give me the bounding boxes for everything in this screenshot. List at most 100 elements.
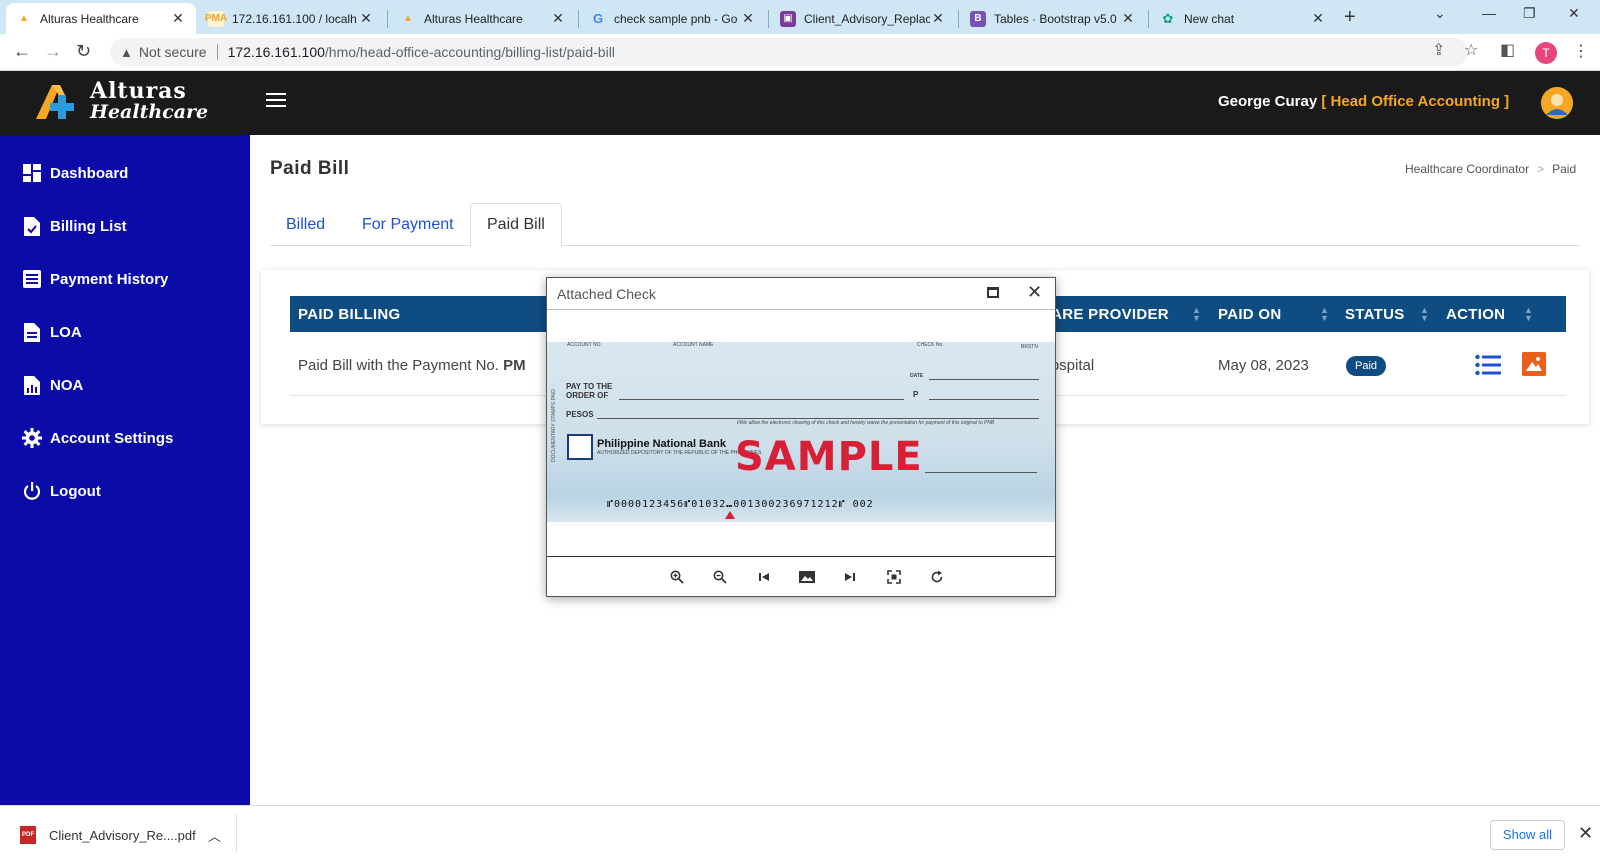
chevron-up-icon[interactable]: ︿: [208, 826, 221, 845]
browser-tab-bar: ▲ Alturas Healthcare ✕ PMA 172.16.161.10…: [0, 0, 1600, 34]
sidebar-item-loa[interactable]: LOA: [22, 322, 82, 342]
browser-tab-phpmyadmin[interactable]: PMA 172.16.161.100 / localh ✕: [198, 3, 384, 34]
pnb-emblem-icon: [567, 434, 593, 460]
power-icon: [22, 481, 42, 501]
zoom-in-icon[interactable]: [667, 567, 687, 587]
browser-tab-alturas[interactable]: ▲ Alturas Healthcare ✕: [6, 3, 196, 34]
close-icon[interactable]: ✕: [1578, 823, 1593, 844]
close-tab-icon[interactable]: ✕: [740, 10, 756, 27]
hamburger-menu-icon[interactable]: [266, 93, 286, 109]
alturas-logo[interactable]: Alturas Healthcare: [32, 79, 208, 123]
back-arrow-icon[interactable]: ←: [13, 41, 31, 62]
show-all-button[interactable]: Show all: [1490, 820, 1565, 850]
sidebar-item-billing-list[interactable]: Billing List: [22, 216, 127, 236]
warning-triangle-icon: ▲: [120, 44, 133, 60]
view-details-list-icon[interactable]: [1475, 354, 1501, 376]
document-chart-icon: [22, 375, 42, 395]
tab-title: Client_Advisory_Replac: [804, 11, 930, 26]
date-label: DATE: [910, 373, 924, 379]
column-header-paid-on[interactable]: PAID ON: [1218, 306, 1282, 323]
order-of-label: ORDER OF: [566, 391, 609, 400]
column-header-action[interactable]: ACTION: [1446, 306, 1505, 323]
rotate-icon[interactable]: [927, 567, 947, 587]
browser-tab-client-advisory[interactable]: ▣ Client_Advisory_Replac ✕: [770, 3, 956, 34]
status-badge: Paid: [1346, 356, 1387, 376]
new-tab-icon[interactable]: +: [1344, 6, 1356, 29]
gear-icon: [22, 428, 42, 448]
first-icon[interactable]: [754, 567, 774, 587]
sidebar-item-account-settings[interactable]: Account Settings: [22, 428, 173, 448]
zoom-out-icon[interactable]: [710, 567, 730, 587]
pdf-favicon-icon: ▣: [780, 10, 796, 27]
minimize-icon[interactable]: —: [1482, 5, 1496, 21]
browser-menu-icon[interactable]: ⋮: [1573, 41, 1589, 61]
tab-separator: [768, 10, 769, 28]
image-icon[interactable]: [797, 567, 817, 587]
tab-for-payment[interactable]: For Payment: [346, 203, 470, 246]
url-field[interactable]: ▲ Not secure 172.16.161.100/hmo/head-off…: [110, 38, 1468, 66]
profile-avatar[interactable]: T: [1535, 42, 1557, 64]
alturas-logo-icon: [36, 85, 74, 119]
column-header-status[interactable]: STATUS: [1345, 306, 1405, 323]
user-avatar-icon: [1541, 87, 1573, 119]
modal-title: Attached Check: [557, 286, 656, 302]
sort-icon[interactable]: ▲ ▼: [1524, 306, 1533, 323]
app-header: Alturas Healthcare George Curay [ Head O…: [0, 71, 1600, 135]
restore-icon[interactable]: ❐: [1523, 5, 1536, 22]
close-window-icon[interactable]: ✕: [1568, 5, 1580, 22]
sort-icon[interactable]: ▲ ▼: [1320, 306, 1329, 323]
breadcrumb-item[interactable]: Healthcare Coordinator: [1405, 162, 1529, 176]
tab-paid-bill[interactable]: Paid Bill: [470, 203, 562, 247]
tab-search-chevron-icon[interactable]: ⌄: [1434, 5, 1446, 22]
column-header-care-provider[interactable]: CARE PROVIDER: [1040, 306, 1169, 323]
toolbar-divider: [547, 556, 1055, 557]
sort-icon[interactable]: ▲ ▼: [1420, 306, 1429, 323]
sidebar-item-payment-history[interactable]: Payment History: [22, 269, 168, 289]
paid-billing-text: Paid Bill with the Payment No.: [298, 357, 504, 374]
logo-text: Alturas Healthcare: [90, 80, 208, 122]
date-line: [929, 379, 1039, 380]
side-panel-icon[interactable]: ◧: [1500, 40, 1515, 60]
browser-tab-new-chat[interactable]: ✿ New chat ✕: [1150, 3, 1336, 34]
user-avatar[interactable]: [1541, 87, 1573, 119]
sidebar-item-dashboard[interactable]: Dashboard: [22, 163, 128, 183]
sidebar-item-label: LOA: [50, 323, 82, 341]
download-file-name[interactable]: Client_Advisory_Re....pdf: [49, 828, 196, 843]
close-tab-icon[interactable]: ✕: [1120, 10, 1136, 27]
account-name-label: ACCOUNT NAME: [673, 342, 714, 348]
close-tab-icon[interactable]: ✕: [550, 10, 566, 27]
pdf-file-icon: PDF: [20, 826, 36, 844]
fullscreen-icon[interactable]: [884, 567, 904, 587]
not-secure-label: Not secure: [138, 44, 207, 60]
sidebar-item-label: Logout: [50, 482, 101, 500]
sort-icon[interactable]: ▲ ▼: [1192, 306, 1201, 323]
close-tab-icon[interactable]: ✕: [930, 10, 946, 27]
browser-tab-bootstrap[interactable]: B Tables · Bootstrap v5.0 ✕: [960, 3, 1146, 34]
view-check-image-icon[interactable]: [1522, 352, 1546, 376]
sidebar-item-label: Account Settings: [50, 429, 174, 447]
reload-icon[interactable]: ↻: [76, 41, 91, 62]
payment-number: PM: [503, 357, 526, 374]
maximize-icon[interactable]: [987, 287, 999, 298]
close-icon[interactable]: ✕: [1027, 282, 1042, 303]
share-icon[interactable]: ⇪: [1432, 40, 1445, 60]
close-tab-icon[interactable]: ✕: [170, 10, 186, 27]
tab-billed[interactable]: Billed: [270, 203, 341, 246]
signature-line: [925, 472, 1037, 473]
bookmark-star-icon[interactable]: ☆: [1464, 40, 1478, 60]
last-icon[interactable]: [840, 567, 860, 587]
sidebar-item-label: NOA: [50, 376, 84, 394]
download-shelf: PDF Client_Advisory_Re....pdf ︿ Show all…: [0, 805, 1600, 860]
close-tab-icon[interactable]: ✕: [1310, 10, 1326, 27]
micr-line: ⑈0000123456⑈01032⑉001300236971212⑈ 002: [607, 499, 874, 510]
pesos-label: PESOS: [566, 410, 594, 419]
document-icon: [22, 322, 42, 342]
sidebar-item-logout[interactable]: Logout: [22, 481, 101, 501]
close-tab-icon[interactable]: ✕: [358, 10, 374, 27]
sidebar-item-noa[interactable]: NOA: [22, 375, 83, 395]
column-header-paid-billing[interactable]: PAID BILLING: [298, 306, 400, 323]
browser-tab-alturas-2[interactable]: ▲ Alturas Healthcare ✕: [390, 3, 576, 34]
browser-tab-google[interactable]: G check sample pnb - Go ✕: [580, 3, 766, 34]
tab-title: Alturas Healthcare: [40, 11, 139, 26]
forward-arrow-icon[interactable]: →: [44, 41, 62, 62]
